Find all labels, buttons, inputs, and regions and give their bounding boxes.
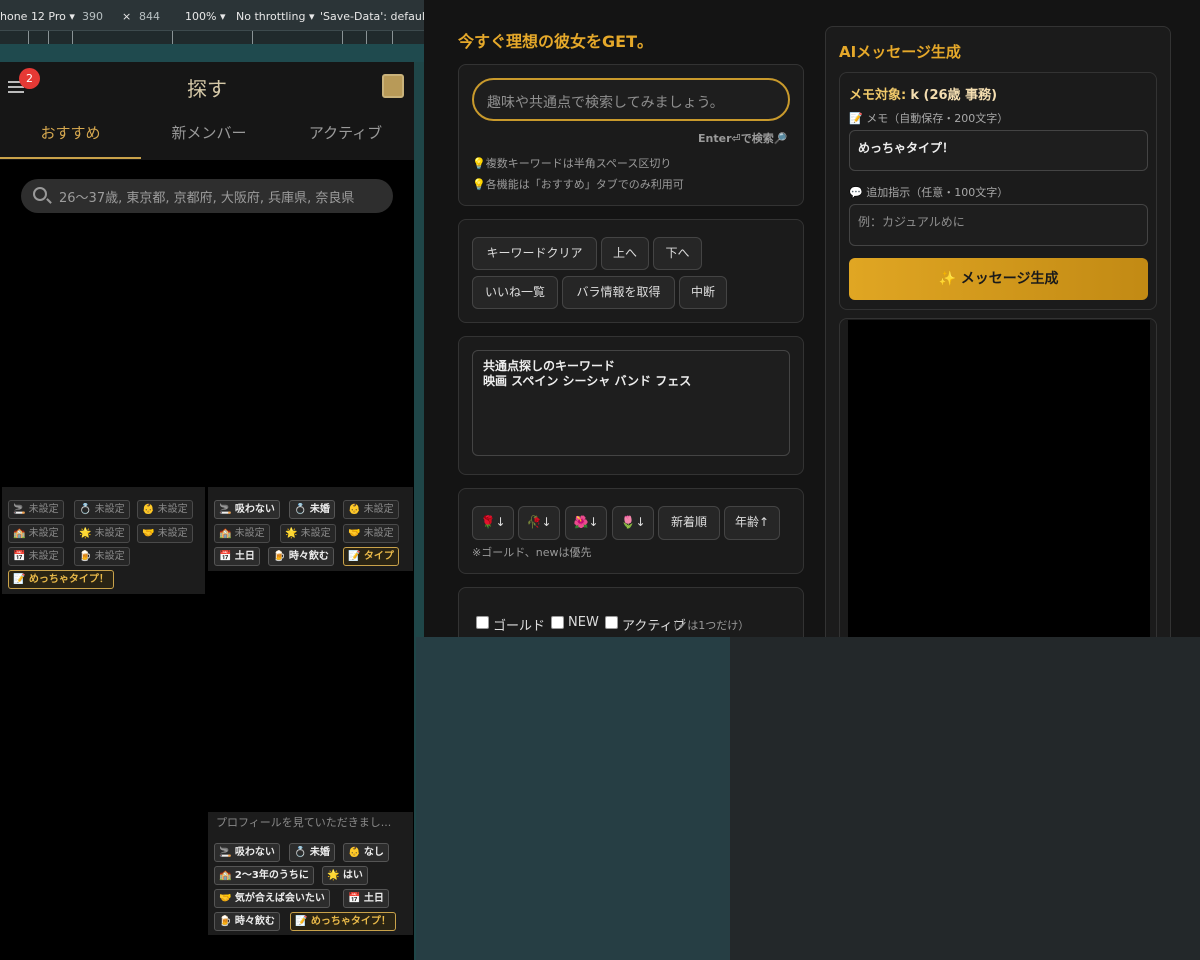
memo-label: 📝 メモ（自動保存・200文字） bbox=[849, 112, 1009, 125]
tag-drinking: 🍺 未設定 bbox=[74, 547, 130, 566]
gold-checkbox[interactable] bbox=[476, 616, 489, 629]
tag-smoking: 🚬 吸わない bbox=[214, 500, 280, 519]
tag-marriage-plan: 🏫 2〜3年のうちに bbox=[214, 866, 314, 885]
enter-search-hint: Enter⏎で検索🔎 bbox=[698, 132, 788, 145]
tag-smoking: 🚬 吸わない bbox=[214, 843, 280, 862]
sort-wilted-rose-button[interactable]: 🥀↓ bbox=[518, 506, 560, 540]
keyword-placeholder: 趣味や共通点で検索してみましょう。 bbox=[487, 95, 724, 111]
active-tab-indicator bbox=[0, 157, 141, 159]
tag-drinking: 🍺 時々飲む bbox=[268, 547, 334, 566]
devtools-toolbar: hone 12 Pro ▾ 390 × 844 100% ▾ No thrott… bbox=[0, 0, 424, 30]
tag-memo[interactable]: 📝 めっちゃタイプ！ bbox=[290, 912, 396, 931]
memo-target-value: k (26歳 事務) bbox=[910, 88, 998, 103]
notification-badge: 2 bbox=[19, 68, 40, 89]
scroll-down-button[interactable]: 下へ bbox=[653, 237, 702, 270]
textarea-line-2: 映画 スペイン シーシャ バンド フェス bbox=[483, 374, 692, 388]
tab-recommended[interactable]: おすすめ bbox=[0, 122, 141, 143]
sort-newest-button[interactable]: 新着順 bbox=[658, 506, 720, 540]
panel-title: 今すぐ理想の彼女をGET。 bbox=[458, 32, 653, 51]
tab-new-members[interactable]: 新メンバー bbox=[141, 122, 277, 143]
tag-children: 👶 未設定 bbox=[343, 500, 399, 519]
tag-memo[interactable]: 📝 めっちゃタイプ！ bbox=[8, 570, 114, 589]
tag-holiday: 📅 土日 bbox=[214, 547, 260, 566]
tag-marriage-plan: 🏫 未設定 bbox=[8, 524, 64, 543]
tag-marriage: 💍 未設定 bbox=[74, 500, 130, 519]
profile-tags-card: 🚬 吸わない 💍 未婚 👶 未設定 🏫 未設定 🌟 未設定 🤝 未設定 📅 土日… bbox=[208, 487, 413, 571]
tag-memo[interactable]: 📝 タイプ bbox=[343, 547, 399, 566]
hint-multiple-keywords: 💡複数キーワードは半角スペース区切り bbox=[472, 157, 672, 170]
generate-message-button[interactable]: ✨ メッセージ生成 bbox=[849, 258, 1148, 300]
height-field[interactable]: 844 bbox=[139, 10, 160, 23]
sort-red-rose-button[interactable]: 🌹↓ bbox=[472, 506, 514, 540]
new-checkbox[interactable] bbox=[551, 616, 564, 629]
keyword-search-input[interactable]: 趣味や共通点で検索してみましょう。 bbox=[472, 78, 790, 121]
clear-keyword-button[interactable]: キーワードクリア bbox=[472, 237, 597, 270]
search-input[interactable]: 26〜37歳, 東京都, 京都府, 大阪府, 兵庫県, 奈良県 bbox=[21, 179, 393, 213]
tag-marriage: 💍 未婚 bbox=[289, 843, 335, 862]
profile-tags-card: 🚬 未設定 💍 未設定 👶 未設定 🏫 未設定 🌟 未設定 🤝 未設定 📅 未設… bbox=[2, 487, 205, 594]
empty-pane-dark bbox=[730, 637, 1200, 960]
tag-marriage: 💍 未婚 bbox=[289, 500, 335, 519]
tag-children: 👶 なし bbox=[343, 843, 389, 862]
page-title: 探す bbox=[187, 77, 227, 101]
textarea-line-1: 共通点探しのキーワード bbox=[483, 359, 616, 373]
dimension-separator: × bbox=[122, 10, 132, 23]
tag-children: 👶 未設定 bbox=[137, 500, 193, 519]
message-preview: プロフィールを見ていただきまし... bbox=[208, 812, 413, 832]
tag-marriage-plan: 🏫 未設定 bbox=[214, 524, 270, 543]
tag-smoking: 🚬 未設定 bbox=[8, 500, 64, 519]
gold-label: ゴールド bbox=[493, 619, 546, 634]
extra-instruction-field[interactable]: 例：カジュアルめに bbox=[849, 204, 1148, 246]
memo-field[interactable]: めっちゃタイプ！ bbox=[849, 130, 1148, 171]
tag-want-children: 🌟 はい bbox=[322, 866, 368, 885]
cards-icon[interactable] bbox=[382, 74, 404, 98]
sort-age-button[interactable]: 年齢↑ bbox=[724, 506, 780, 540]
empty-pane bbox=[416, 637, 730, 960]
search-icon bbox=[33, 187, 47, 201]
throttle-select[interactable]: No throttling ▾ bbox=[236, 10, 314, 23]
memo-target-label: メモ対象: bbox=[849, 88, 907, 103]
tag-meet: 🤝 未設定 bbox=[343, 524, 399, 543]
tag-meet: 🤝 未設定 bbox=[137, 524, 193, 543]
extra-instruction-label: 💬 追加指示（任意・100文字） bbox=[849, 186, 1009, 199]
width-field[interactable]: 390 bbox=[82, 10, 103, 23]
device-frame-bar bbox=[0, 44, 424, 62]
tag-holiday: 📅 土日 bbox=[343, 889, 389, 908]
media-query-ruler bbox=[0, 30, 424, 45]
new-label: NEW bbox=[568, 615, 599, 630]
hint-recommended-tab: 💡各機能は「おすすめ」タブでのみ利用可 bbox=[472, 178, 684, 191]
filter-note: （✔は1つだけ） bbox=[667, 619, 750, 632]
scroll-up-button[interactable]: 上へ bbox=[601, 237, 649, 270]
zoom-value: 100% bbox=[185, 10, 217, 23]
likes-list-button[interactable]: いいね一覧 bbox=[472, 276, 558, 309]
tag-want-children: 🌟 未設定 bbox=[74, 524, 130, 543]
tag-want-children: 🌟 未設定 bbox=[280, 524, 336, 543]
device-select[interactable]: hone 12 Pro ▾ bbox=[0, 10, 75, 23]
active-checkbox[interactable] bbox=[605, 616, 618, 629]
search-placeholder: 26〜37歳, 東京都, 京都府, 大阪府, 兵庫県, 奈良県 bbox=[59, 191, 355, 206]
tag-meet: 🤝 気が合えば会いたい bbox=[214, 889, 330, 908]
savedata-select[interactable]: 'Save-Data': default bbox=[320, 10, 424, 23]
ai-output-area bbox=[848, 320, 1150, 638]
sort-hibiscus-button[interactable]: 🌺↓ bbox=[565, 506, 607, 540]
tab-active[interactable]: アクティブ bbox=[277, 122, 414, 143]
device-name: hone 12 Pro bbox=[0, 10, 66, 23]
memo-target: メモ対象: k (26歳 事務) bbox=[849, 84, 997, 103]
tag-holiday: 📅 未設定 bbox=[8, 547, 64, 566]
sort-tulip-button[interactable]: 🌷↓ bbox=[612, 506, 654, 540]
throttle-value: No throttling bbox=[236, 10, 306, 23]
stop-button[interactable]: 中断 bbox=[679, 276, 727, 309]
profile-tags-card: 🚬 吸わない 💍 未婚 👶 なし 🏫 2〜3年のうちに 🌟 はい 🤝 気が合えば… bbox=[208, 832, 413, 935]
get-rose-info-button[interactable]: バラ情報を取得 bbox=[562, 276, 675, 309]
tag-drinking: 🍺 時々飲む bbox=[214, 912, 280, 931]
sort-note: ※ゴールド、newは優先 bbox=[472, 546, 592, 559]
zoom-select[interactable]: 100% ▾ bbox=[185, 10, 225, 23]
ai-panel-title: AIメッセージ生成 bbox=[839, 43, 961, 61]
keyword-memo-textarea[interactable]: 共通点探しのキーワード 映画 スペイン シーシャ バンド フェス bbox=[472, 350, 790, 456]
